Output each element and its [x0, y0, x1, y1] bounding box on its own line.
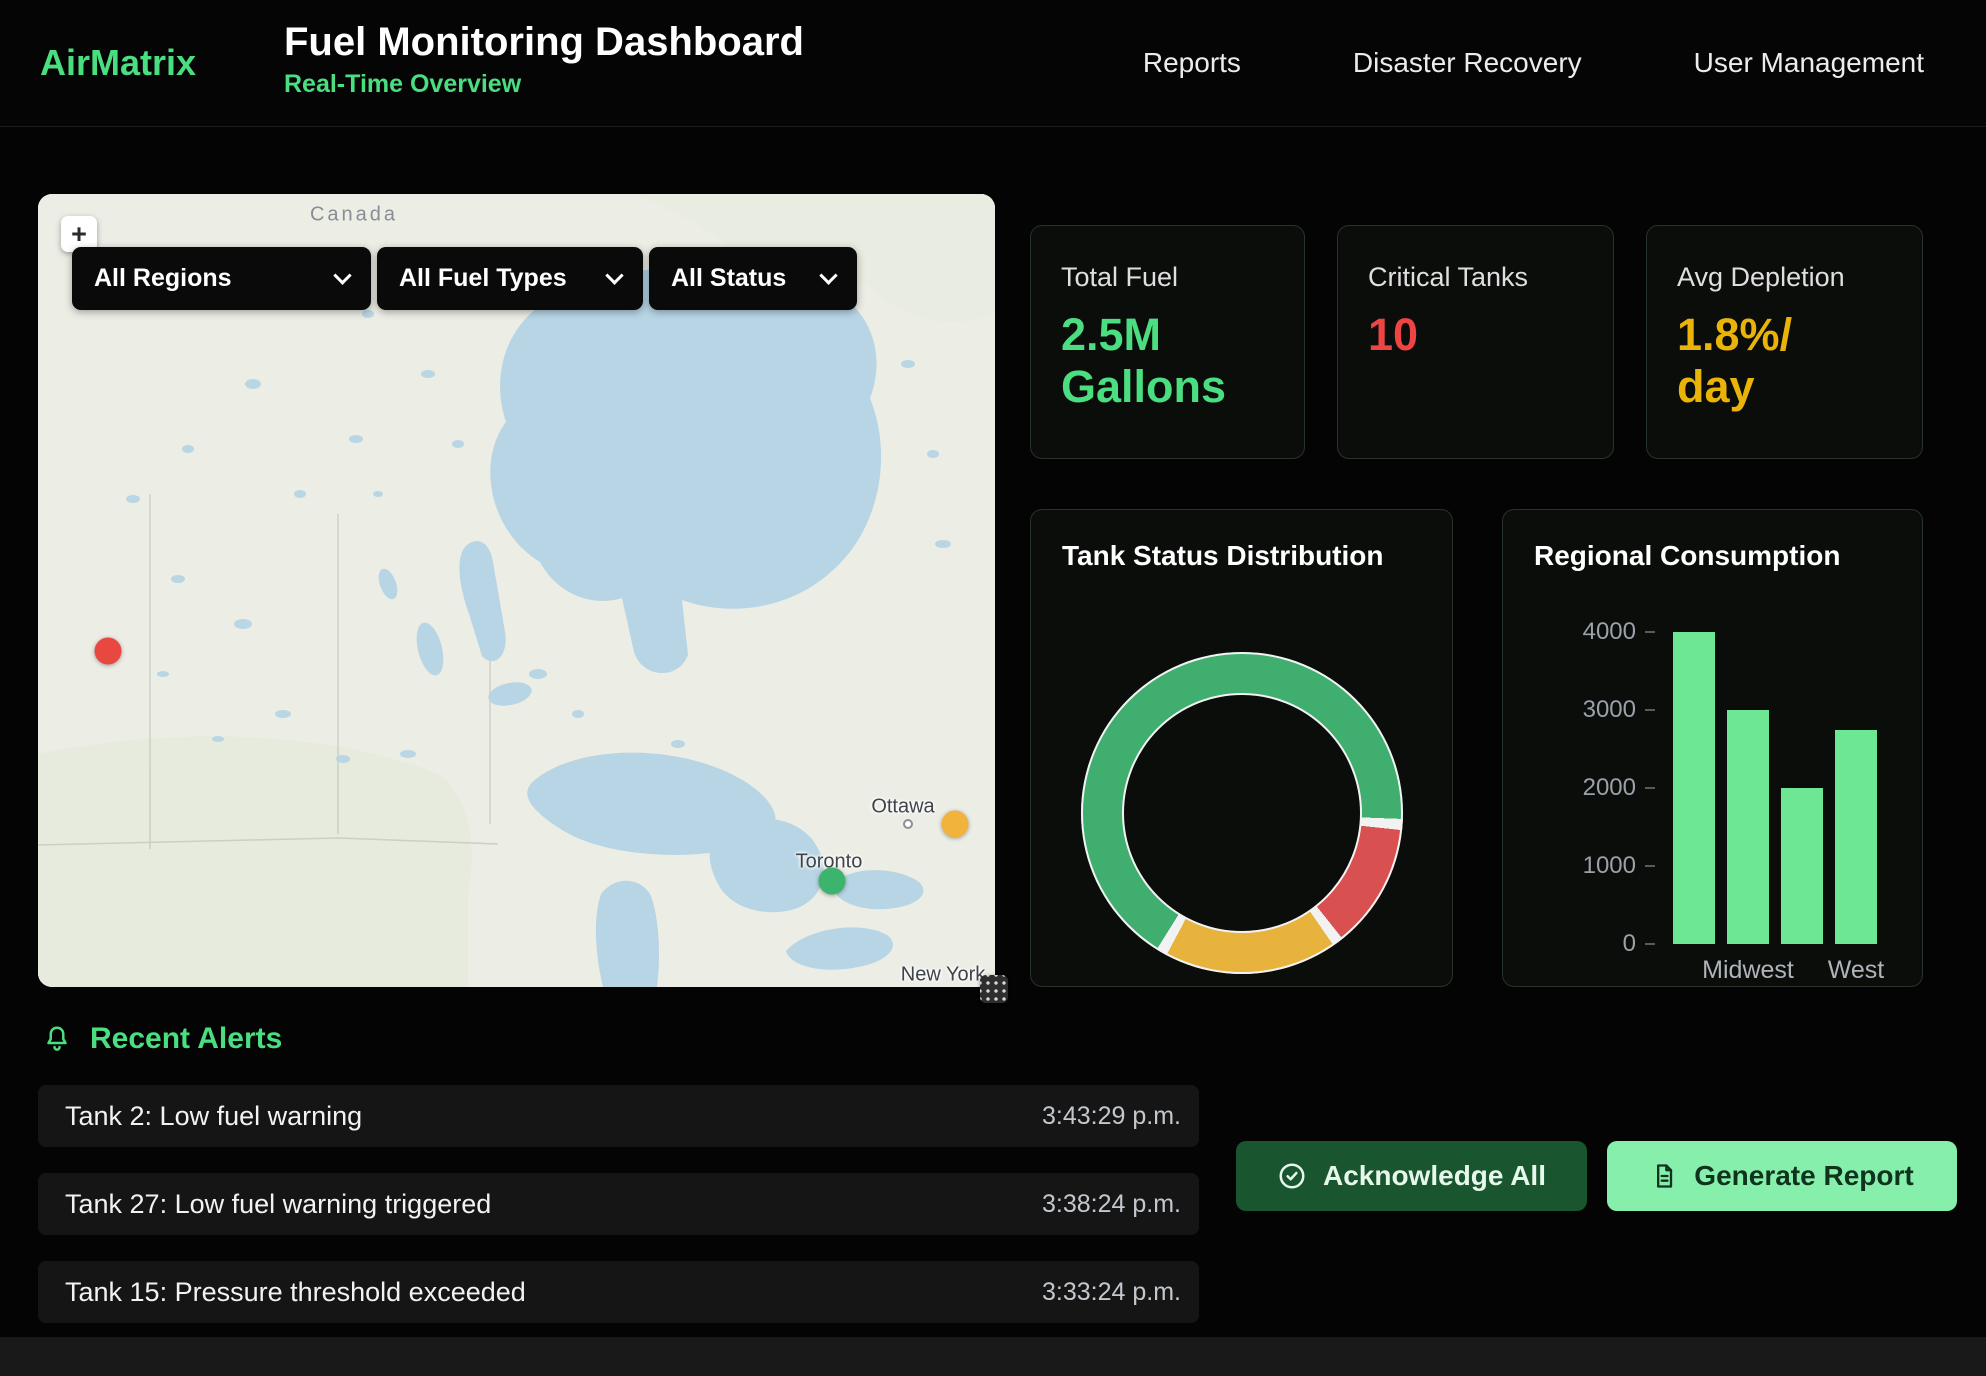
bar [1781, 788, 1823, 944]
bell-icon [42, 1023, 72, 1055]
alert-row[interactable]: Tank 15: Pressure threshold exceeded 3:3… [38, 1261, 1199, 1323]
bar [1727, 710, 1769, 944]
alert-row[interactable]: Tank 2: Low fuel warning 3:43:29 p.m. [38, 1085, 1199, 1147]
chart-title: Tank Status Distribution [1062, 540, 1384, 572]
region-filter-value: All Regions [94, 264, 232, 293]
document-icon [1650, 1161, 1678, 1191]
bar-chart [1673, 632, 1877, 944]
footer-bar [0, 1337, 1986, 1376]
map-filter-bar: All Regions All Fuel Types All Status [72, 247, 857, 310]
stat-label: Critical Tanks [1368, 262, 1583, 293]
app-logo[interactable]: AirMatrix [40, 0, 196, 126]
stat-value-line: day [1677, 361, 1892, 413]
status-filter-value: All Status [671, 264, 786, 293]
stat-card: Total Fuel 2.5M Gallons [1030, 225, 1305, 459]
y-axis-tick: 0 [1503, 930, 1655, 958]
page-subtitle: Real-Time Overview [284, 70, 804, 99]
main-nav: Reports Disaster Recovery User Managemen… [1143, 0, 1924, 126]
stat-value: 2.5M Gallons [1061, 309, 1274, 413]
status-filter-dropdown[interactable]: All Status [649, 247, 857, 310]
acknowledge-all-button[interactable]: Acknowledge All [1236, 1141, 1587, 1211]
generate-report-button[interactable]: Generate Report [1607, 1141, 1957, 1211]
alerts-header: Recent Alerts [42, 1022, 282, 1056]
x-axis-label [1781, 956, 1823, 985]
map-panel: Canada Ottawa Toronto New York + All Reg… [38, 194, 995, 987]
alert-time: 3:33:24 p.m. [1042, 1278, 1181, 1307]
alert-message: Tank 2: Low fuel warning [65, 1101, 362, 1132]
critical-tank-marker[interactable] [95, 638, 122, 665]
stat-value-line: 2.5M [1061, 309, 1274, 361]
map-image [38, 194, 995, 987]
stat-value-line: 1.8%/ [1677, 309, 1892, 361]
stat-card: Critical Tanks 10 [1337, 225, 1614, 459]
alert-message: Tank 15: Pressure threshold exceeded [65, 1277, 526, 1308]
alerts-section-title: Recent Alerts [90, 1022, 282, 1056]
stat-value-line: Gallons [1061, 361, 1274, 413]
x-axis-label: Midwest [1727, 956, 1769, 985]
town-dot-icon [903, 819, 913, 829]
stat-value-line: 10 [1368, 309, 1583, 361]
stat-value: 1.8%/ day [1677, 309, 1892, 413]
alert-row[interactable]: Tank 27: Low fuel warning triggered 3:38… [38, 1173, 1199, 1235]
region-filter-dropdown[interactable]: All Regions [72, 247, 371, 310]
bar [1835, 730, 1877, 945]
tick-mark [1645, 709, 1655, 711]
resize-handle-icon[interactable] [980, 975, 1008, 1003]
nav-disaster-recovery[interactable]: Disaster Recovery [1353, 47, 1582, 79]
header: AirMatrix Fuel Monitoring Dashboard Real… [0, 0, 1986, 127]
tick-mark [1645, 865, 1655, 867]
stat-card: Avg Depletion 1.8%/ day [1646, 225, 1923, 459]
y-axis-tick: 3000 [1503, 696, 1655, 724]
alert-time: 3:38:24 p.m. [1042, 1190, 1181, 1219]
fuel-type-filter-value: All Fuel Types [399, 264, 567, 293]
nav-user-management[interactable]: User Management [1694, 47, 1924, 79]
warning-tank-marker[interactable] [942, 811, 969, 838]
dashboard-screen: AirMatrix Fuel Monitoring Dashboard Real… [0, 0, 1986, 1376]
y-axis-tick: 2000 [1503, 774, 1655, 802]
normal-tank-marker[interactable] [819, 868, 846, 895]
fuel-type-filter-dropdown[interactable]: All Fuel Types [377, 247, 643, 310]
stat-label: Avg Depletion [1677, 262, 1892, 293]
alert-message: Tank 27: Low fuel warning triggered [65, 1189, 491, 1220]
acknowledge-all-label: Acknowledge All [1323, 1160, 1546, 1192]
chevron-down-icon [819, 266, 837, 284]
title-block: Fuel Monitoring Dashboard Real-Time Over… [284, 20, 804, 99]
tick-mark [1645, 787, 1655, 789]
y-axis-tick: 4000 [1503, 618, 1655, 646]
stat-label: Total Fuel [1061, 262, 1274, 293]
tick-mark [1645, 943, 1655, 945]
x-axis-label: West [1835, 956, 1877, 985]
bar [1673, 632, 1715, 944]
stat-value: 10 [1368, 309, 1583, 361]
nav-reports[interactable]: Reports [1143, 47, 1241, 79]
chart-title: Regional Consumption [1534, 540, 1840, 572]
check-circle-icon [1277, 1161, 1307, 1191]
chevron-down-icon [605, 266, 623, 284]
y-axis-tick: 1000 [1503, 852, 1655, 880]
alert-time: 3:43:29 p.m. [1042, 1102, 1181, 1131]
x-axis-labels: Midwest West [1673, 956, 1877, 985]
donut-chart [1081, 652, 1403, 974]
regional-consumption-card: Regional Consumption 4000 3000 2000 1000… [1502, 509, 1923, 987]
tank-status-card: Tank Status Distribution [1030, 509, 1453, 987]
map-canvas[interactable]: Canada Ottawa Toronto New York + All Reg… [38, 194, 995, 987]
chevron-down-icon [333, 266, 351, 284]
generate-report-label: Generate Report [1694, 1160, 1913, 1192]
page-title: Fuel Monitoring Dashboard [284, 20, 804, 64]
tick-mark [1645, 631, 1655, 633]
donut-hole [1122, 693, 1362, 933]
